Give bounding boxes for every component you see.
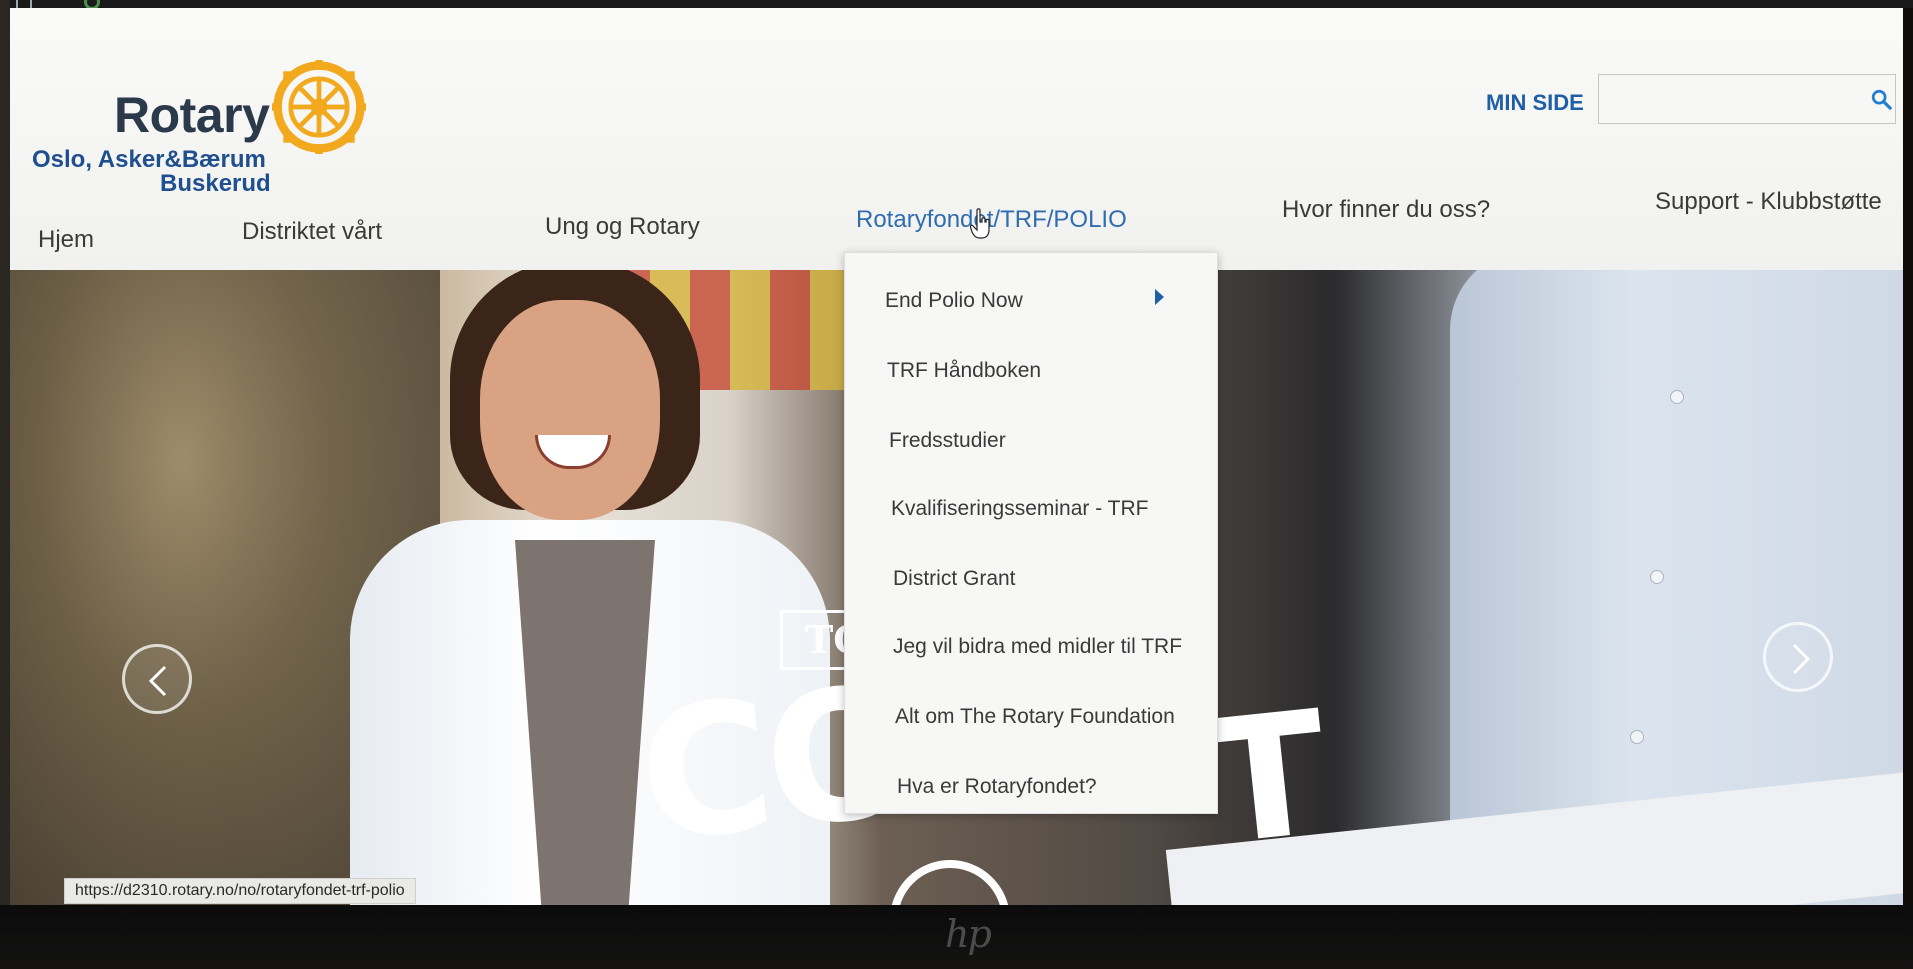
- rotary-wheel-icon[interactable]: [272, 60, 366, 154]
- browser-viewport: Rotary Oslo, Asker&Bærum Buskerud MIN SI…: [10, 8, 1903, 905]
- rotary-seal-icon: [890, 860, 1010, 905]
- nav-item-ung-og-rotary[interactable]: Ung og Rotary: [545, 213, 700, 241]
- site-header: Rotary Oslo, Asker&Bærum Buskerud MIN SI…: [10, 8, 1903, 270]
- dropdown-item-district-grant[interactable]: District Grant: [893, 567, 1016, 591]
- chevron-left-icon: [148, 665, 167, 697]
- nav-item-hvor-finner[interactable]: Hvor finner du oss?: [1282, 196, 1490, 224]
- hero-headline-tail: T: [1199, 674, 1336, 884]
- monitor-bezel-left: [0, 0, 10, 969]
- dropdown-item-alt-om-trf[interactable]: Alt om The Rotary Foundation: [895, 705, 1175, 729]
- hand-cursor-icon: [970, 208, 990, 239]
- min-side-link[interactable]: MIN SIDE: [1486, 90, 1584, 116]
- hp-brand-logo: hp: [945, 912, 992, 956]
- nav-item-support[interactable]: Support - Klubbstøtte: [1655, 188, 1882, 216]
- nav-item-hjem[interactable]: Hjem: [38, 226, 94, 254]
- nav-item-distriktet[interactable]: Distriktet vårt: [242, 218, 382, 246]
- dropdown-item-hva-er-rotaryfondet[interactable]: Hva er Rotaryfondet?: [897, 775, 1097, 799]
- carousel-next-button[interactable]: [1763, 622, 1833, 692]
- nav-dropdown-menu: End Polio Now TRF Håndboken Fredsstudier…: [844, 252, 1218, 814]
- chevron-right-icon: [1792, 643, 1811, 675]
- dropdown-item-kvalifiseringsseminar[interactable]: Kvalifiseringsseminar - TRF: [891, 497, 1149, 521]
- dropdown-item-end-polio-now[interactable]: End Polio Now: [885, 289, 1023, 313]
- dropdown-item-fredsstudier[interactable]: Fredsstudier: [889, 429, 1006, 453]
- search-icon[interactable]: [1870, 88, 1892, 110]
- dropdown-item-trf-handboken[interactable]: TRF Håndboken: [887, 359, 1041, 383]
- dropdown-item-bidra-midler[interactable]: Jeg vil bidra med midler til TRF: [893, 635, 1182, 659]
- carousel-prev-button[interactable]: [122, 644, 192, 714]
- logo-district-line2: Buskerud: [160, 170, 271, 197]
- logo-wordmark[interactable]: Rotary: [114, 86, 270, 144]
- search-input[interactable]: [1598, 74, 1896, 124]
- submenu-arrow-icon[interactable]: [1155, 289, 1164, 305]
- status-bar-url: https://d2310.rotary.no/no/rotaryfondet-…: [64, 878, 416, 904]
